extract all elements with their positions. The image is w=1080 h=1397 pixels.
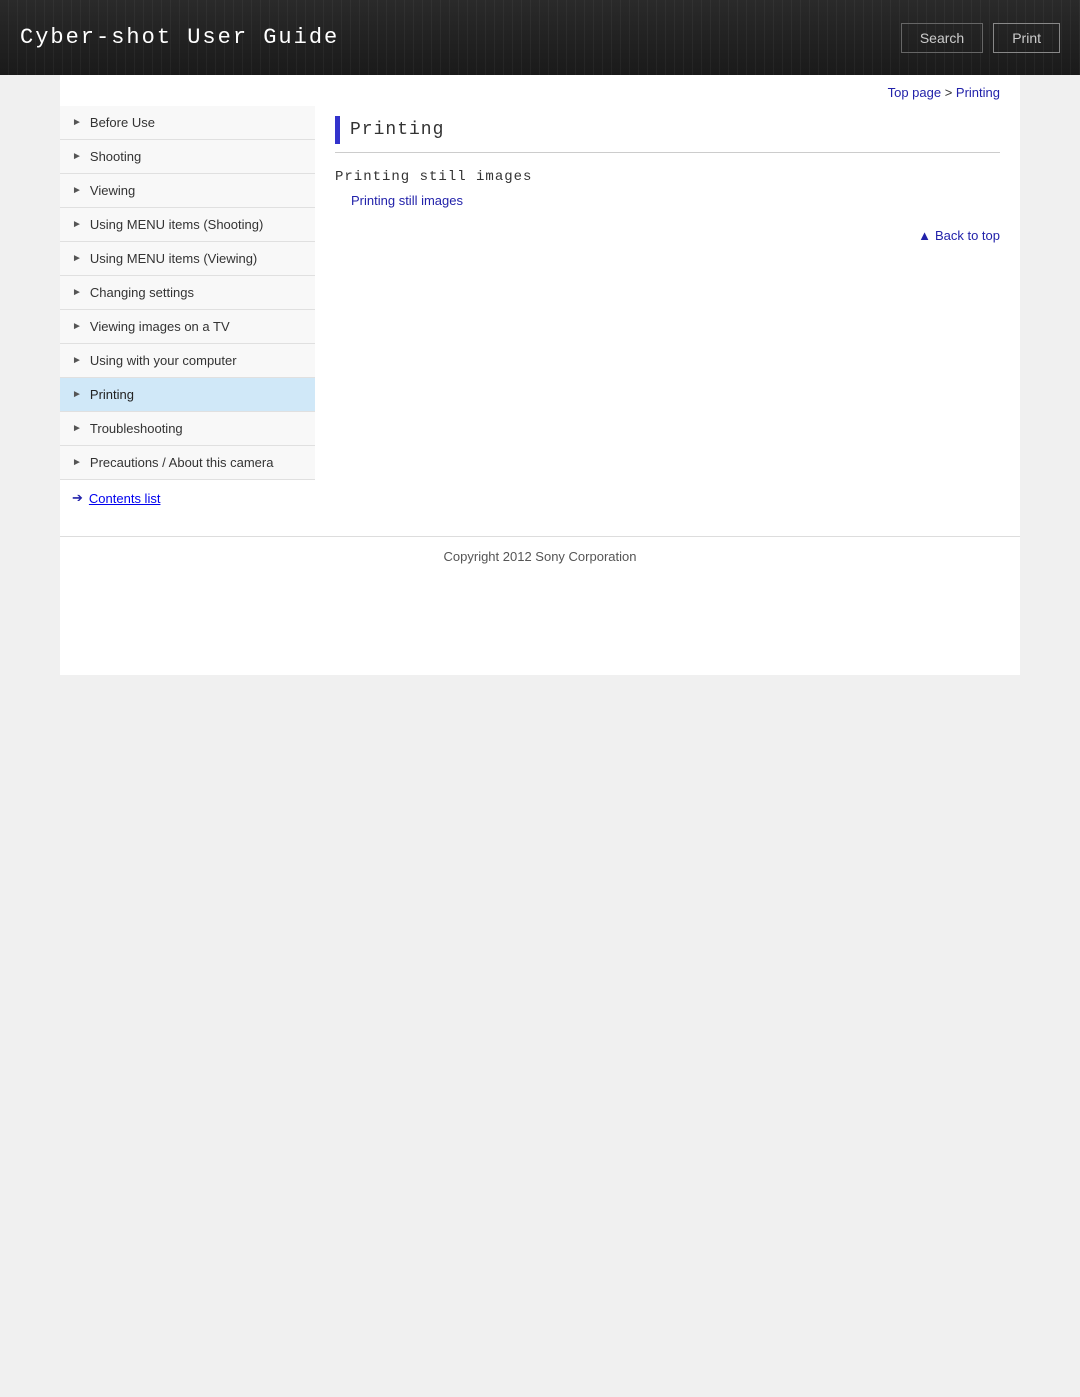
header-buttons: Search Print	[901, 23, 1060, 53]
chevron-right-icon: ►	[72, 389, 82, 400]
contents-list-link[interactable]: Contents list	[89, 491, 161, 506]
sidebar-item-troubleshooting[interactable]: ► Troubleshooting	[60, 412, 315, 446]
footer: Copyright 2012 Sony Corporation	[60, 536, 1020, 576]
sidebar-item-shooting[interactable]: ► Shooting	[60, 140, 315, 174]
sidebar-item-changing-settings[interactable]: ► Changing settings	[60, 276, 315, 310]
page-title-bar: Printing	[335, 116, 1000, 153]
printing-section: Printing still images Printing still ima…	[335, 169, 1000, 208]
main-wrapper: Top page > Printing ► Before Use ► Shooting…	[60, 75, 1020, 675]
breadcrumb-top-link[interactable]: Top page	[888, 85, 942, 100]
chevron-right-icon: ►	[72, 355, 82, 366]
back-to-top: ▲Back to top	[335, 228, 1000, 243]
sidebar-item-viewing[interactable]: ► Viewing	[60, 174, 315, 208]
page-title-accent	[335, 116, 340, 144]
breadcrumb-current-link[interactable]: Printing	[956, 85, 1000, 100]
sidebar-item-label: Printing	[90, 387, 134, 402]
back-to-top-link[interactable]: ▲Back to top	[918, 228, 1000, 243]
sidebar-item-using-computer[interactable]: ► Using with your computer	[60, 344, 315, 378]
print-button[interactable]: Print	[993, 23, 1060, 53]
sidebar-item-label: Before Use	[90, 115, 155, 130]
sidebar-item-before-use[interactable]: ► Before Use	[60, 106, 315, 140]
chevron-right-icon: ►	[72, 253, 82, 264]
sidebar-item-label: Precautions / About this camera	[90, 455, 274, 470]
arrow-right-icon: ➔	[72, 490, 83, 506]
sidebar-item-using-menu-viewing[interactable]: ► Using MENU items (Viewing)	[60, 242, 315, 276]
chevron-right-icon: ►	[72, 321, 82, 332]
chevron-right-icon: ►	[72, 423, 82, 434]
chevron-right-icon: ►	[72, 185, 82, 196]
chevron-right-icon: ►	[72, 151, 82, 162]
chevron-right-icon: ►	[72, 117, 82, 128]
copyright-text: Copyright 2012 Sony Corporation	[444, 549, 637, 564]
sidebar-contents-list[interactable]: ➔ Contents list	[60, 480, 315, 516]
breadcrumb: Top page > Printing	[60, 75, 1020, 106]
sidebar-item-label: Troubleshooting	[90, 421, 183, 436]
page-title: Printing	[350, 120, 444, 140]
sidebar-item-using-menu-shooting[interactable]: ► Using MENU items (Shooting)	[60, 208, 315, 242]
content-area: ► Before Use ► Shooting ► Viewing ► Using MENU …	[60, 106, 1020, 516]
sidebar-item-printing[interactable]: ► Printing	[60, 378, 315, 412]
main-content: Printing Printing still images Printing …	[315, 106, 1020, 263]
sidebar-item-label: Changing settings	[90, 285, 194, 300]
chevron-right-icon: ►	[72, 457, 82, 468]
header-title: Cyber-shot User Guide	[20, 25, 339, 50]
sidebar-item-label: Using MENU items (Shooting)	[90, 217, 263, 232]
sidebar-item-viewing-tv[interactable]: ► Viewing images on a TV	[60, 310, 315, 344]
header: Cyber-shot User Guide Search Print	[0, 0, 1080, 75]
printing-still-images-link[interactable]: Printing still images	[351, 193, 1000, 208]
sidebar-item-label: Viewing images on a TV	[90, 319, 230, 334]
chevron-right-icon: ►	[72, 219, 82, 230]
triangle-up-icon: ▲	[918, 228, 931, 243]
sidebar-item-label: Using MENU items (Viewing)	[90, 251, 257, 266]
sidebar: ► Before Use ► Shooting ► Viewing ► Using MENU …	[60, 106, 315, 516]
section-heading: Printing still images	[335, 169, 1000, 185]
sidebar-item-label: Viewing	[90, 183, 135, 198]
breadcrumb-separator: >	[941, 85, 956, 100]
search-button[interactable]: Search	[901, 23, 983, 53]
sidebar-item-label: Shooting	[90, 149, 141, 164]
sidebar-item-label: Using with your computer	[90, 353, 237, 368]
chevron-right-icon: ►	[72, 287, 82, 298]
sidebar-item-precautions[interactable]: ► Precautions / About this camera	[60, 446, 315, 480]
